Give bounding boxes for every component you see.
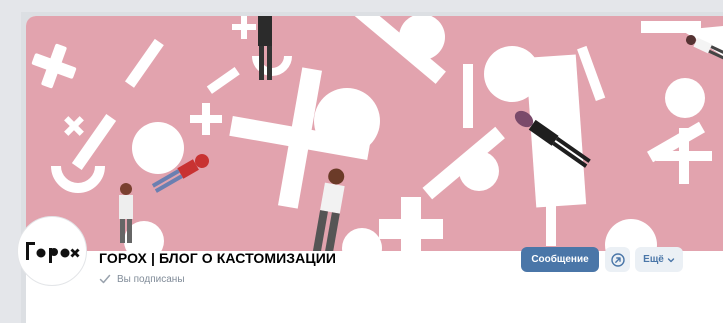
chevron-down-icon [667,257,675,262]
subscription-status: Вы подписаны [99,273,185,285]
bar-shape [577,45,606,102]
x-shape [229,67,371,209]
subscription-status-label: Вы подписаны [117,273,185,285]
message-button[interactable]: Сообщение [521,247,599,272]
hook-shape [51,165,105,193]
gorokh-logo [26,242,80,263]
plus-shape [379,197,443,251]
plus-shape [656,128,712,184]
check-icon [99,274,111,284]
group-avatar[interactable] [17,216,87,286]
circle-shape [342,228,382,251]
page-background: ГОРОХ | БЛОГ О КАСТОМИЗАЦИИ Вы подписаны… [0,0,723,323]
plus-shape [31,43,77,89]
bar-shape [206,66,240,94]
more-button[interactable]: Ещё [635,247,683,272]
bar-shape [463,64,473,128]
cover-image [26,16,723,251]
more-button-label: Ещё [643,254,664,265]
person-figure [312,168,345,251]
bar-shape [124,38,164,88]
group-title: ГОРОХ | БЛОГ О КАСТОМИЗАЦИИ [99,250,337,266]
share-button[interactable] [605,247,630,272]
plus-shape [232,16,256,39]
plus-shape [64,116,84,136]
circle-shape [132,122,184,174]
cover-pattern [31,16,723,251]
plus-shape [190,103,222,135]
bar-shape [546,201,556,246]
circle-shape [665,78,705,118]
share-arrow-icon [610,252,625,267]
